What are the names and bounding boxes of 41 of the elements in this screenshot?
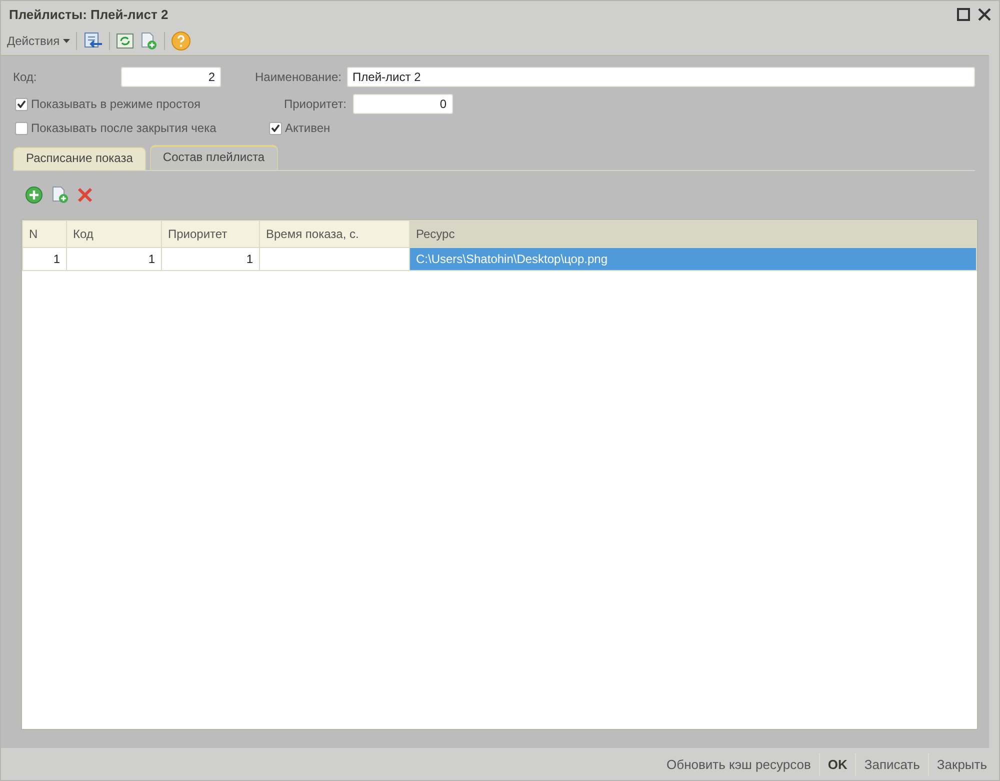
checkbox[interactable]: [15, 122, 28, 134]
table-cell: 1: [162, 248, 260, 270]
add-icon[interactable]: [25, 186, 43, 204]
delete-icon[interactable]: [77, 187, 93, 203]
checkbox[interactable]: [15, 98, 28, 110]
footer-button[interactable]: Обновить кэш ресурсов: [658, 752, 819, 776]
maximize-icon[interactable]: [957, 8, 970, 20]
column-header[interactable]: Ресурс: [410, 220, 976, 248]
priority-field[interactable]: 0: [352, 94, 453, 114]
footer-button[interactable]: OK: [818, 752, 856, 776]
checkbox-label: Показывать в режиме простоя: [31, 97, 200, 111]
tab[interactable]: Состав плейлиста: [150, 145, 278, 170]
help-icon[interactable]: [170, 31, 191, 51]
code-label: Код:: [13, 70, 38, 84]
copy-document-icon[interactable]: [51, 186, 69, 204]
window-title: Плейлисты: Плей-лист 2: [9, 6, 168, 22]
dropdown-caret-icon: [62, 39, 70, 43]
table-cell: C:\Users\Shatohin\Desktop\цор.png: [410, 248, 976, 270]
add-document-icon[interactable]: [140, 32, 158, 50]
column-header[interactable]: N: [22, 220, 66, 248]
checkmark-icon: [17, 100, 26, 108]
table-cell: 1: [22, 248, 66, 270]
table-cell: 1: [66, 248, 162, 270]
close-icon[interactable]: [978, 8, 991, 20]
name-field[interactable]: Плей-лист 2: [346, 67, 975, 87]
actions-menu[interactable]: Действия: [7, 34, 70, 48]
tab[interactable]: Расписание показа: [13, 147, 146, 170]
checkbox-label: Показывать после закрытия чека: [31, 121, 216, 135]
checkbox-label: Активен: [285, 121, 330, 135]
footer-button[interactable]: Закрыть: [928, 752, 995, 776]
name-label: Наименование:: [255, 70, 342, 84]
column-header[interactable]: Приоритет: [162, 220, 260, 248]
column-header[interactable]: Код: [66, 220, 162, 248]
checkmark-icon: [271, 124, 280, 132]
priority-label: Приоритет:: [284, 97, 347, 111]
footer-button[interactable]: Записать: [855, 752, 928, 776]
code-field[interactable]: 2: [121, 67, 221, 87]
checkbox[interactable]: [269, 122, 282, 134]
document-arrow-icon[interactable]: [82, 32, 103, 50]
column-header[interactable]: Время показа, с.: [260, 220, 410, 248]
refresh-icon[interactable]: [116, 33, 134, 49]
